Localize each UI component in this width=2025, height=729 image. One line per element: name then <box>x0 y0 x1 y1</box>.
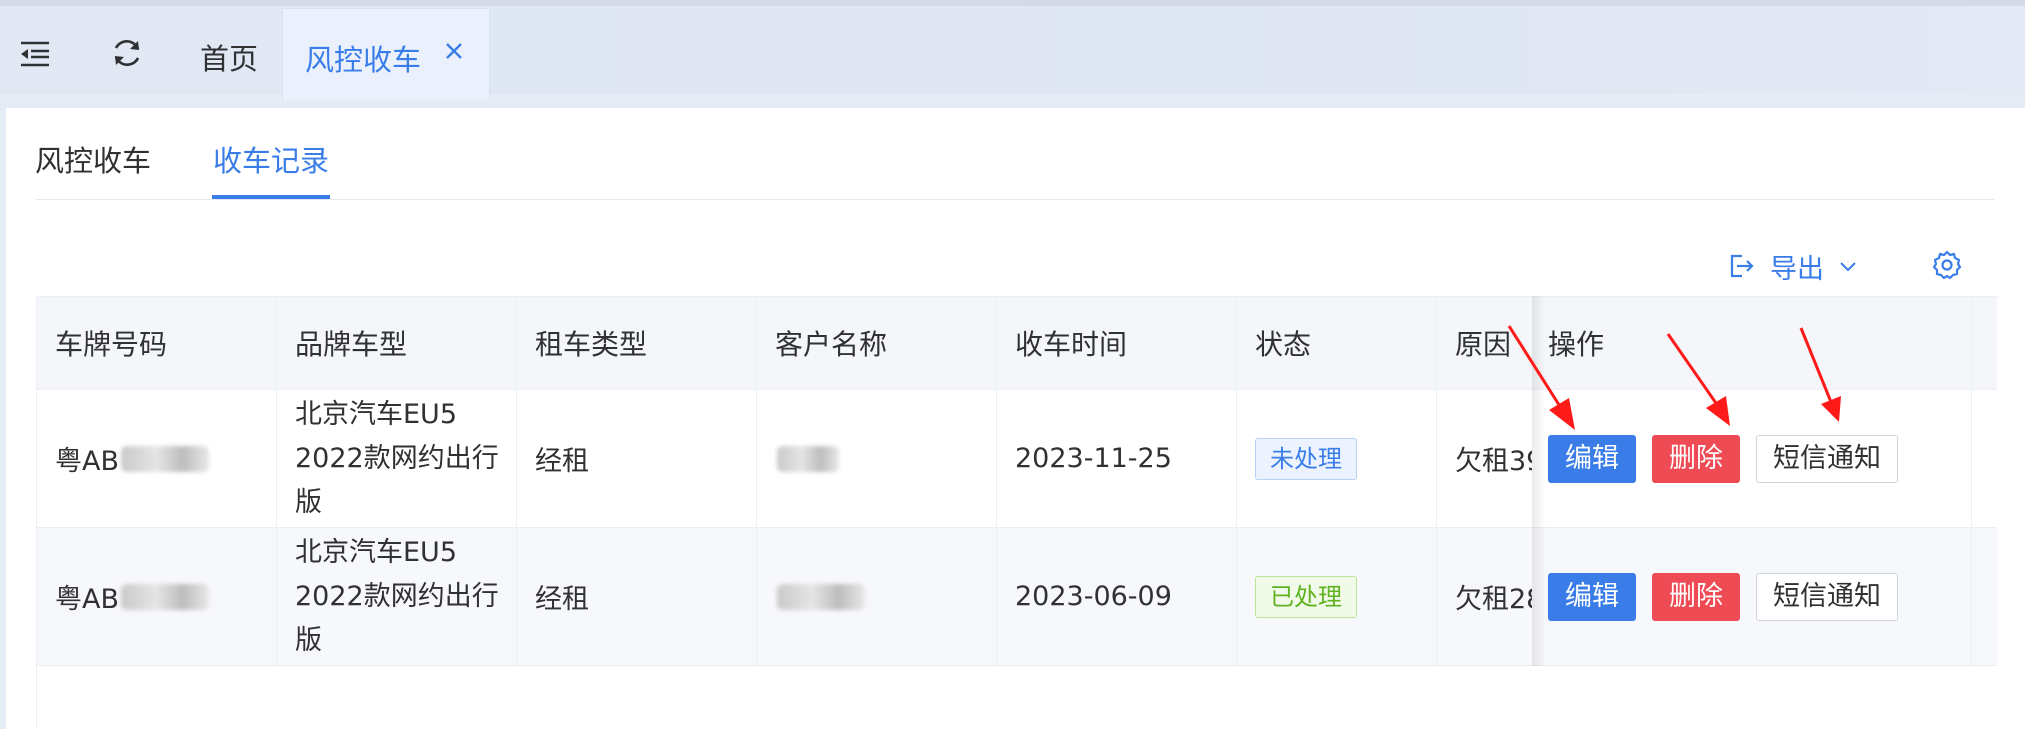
edit-button[interactable]: 编辑 <box>1548 572 1636 621</box>
delete-button[interactable]: 删除 <box>1652 572 1740 621</box>
actions-cell: 编辑 删除 短信通知 <box>1532 528 1972 665</box>
redacted-mask <box>121 583 209 610</box>
edit-button[interactable]: 编辑 <box>1548 434 1636 483</box>
status-badge: 未处理 <box>1255 437 1357 480</box>
customer-cell <box>757 390 997 527</box>
date-cell: 2023-11-25 <box>997 390 1237 527</box>
col-date: 收车时间 <box>997 297 1237 389</box>
sms-notify-button[interactable]: 短信通知 <box>1756 434 1898 483</box>
col-status: 状态 <box>1237 297 1437 389</box>
rent-type-cell: 经租 <box>517 390 757 527</box>
model-cell: 北京汽车EU5 2022款网约出行版 <box>277 390 517 527</box>
sms-notify-button[interactable]: 短信通知 <box>1756 572 1898 621</box>
customer-cell <box>757 528 997 665</box>
subtab-risk-recovery[interactable]: 风控收车 <box>35 138 151 180</box>
col-reason: 原因 <box>1455 328 1512 361</box>
plate-cell: 粤AB <box>37 528 277 665</box>
export-icon <box>1730 254 1754 278</box>
tab-home[interactable]: 首页 <box>200 36 258 78</box>
tab-risk-recovery-label: 风控收车 <box>305 43 422 77</box>
spacer-cell <box>1972 390 1997 527</box>
table-row: 粤AB 北京汽车EU5 2022款网约出行版 经租 2023-06-09 已处理… <box>37 528 1997 666</box>
close-icon[interactable] <box>438 35 470 67</box>
col-actions: 操作 <box>1532 297 1972 389</box>
menu-collapse-icon[interactable] <box>18 36 52 70</box>
spacer-cell <box>1972 528 1997 665</box>
col-plate: 车牌号码 <box>37 297 277 389</box>
settings-icon[interactable] <box>1932 250 1962 280</box>
col-rent-type: 租车类型 <box>517 297 757 389</box>
col-model: 品牌车型 <box>277 297 517 389</box>
export-button[interactable]: 导出 <box>1728 246 1858 286</box>
subtab-recovery-records[interactable]: 收车记录 <box>213 138 329 180</box>
actions-cell: 编辑 删除 短信通知 <box>1532 390 1972 527</box>
table-row: 粤AB 北京汽车EU5 2022款网约出行版 经租 2023-11-25 未处理… <box>37 390 1997 528</box>
top-bar: 首页 风控收车 <box>0 0 2025 100</box>
reason-cell: 欠租39 <box>1455 446 1532 477</box>
plate-text: 粤AB <box>55 446 119 477</box>
main-panel: 风控收车 收车记录 导出 车牌号码 品牌车型 租车类型 客户名称 收车时间 状态… <box>6 108 2025 729</box>
delete-button[interactable]: 删除 <box>1652 434 1740 483</box>
export-label: 导出 <box>1770 253 1824 285</box>
redacted-mask <box>121 445 209 472</box>
status-cell: 未处理 <box>1237 390 1437 527</box>
model-cell: 北京汽车EU5 2022款网约出行版 <box>277 528 517 665</box>
col-customer: 客户名称 <box>757 297 997 389</box>
refresh-icon[interactable] <box>110 36 144 70</box>
table-header: 车牌号码 品牌车型 租车类型 客户名称 收车时间 状态 原因 操作 <box>37 296 1997 390</box>
redacted-mask <box>777 583 865 610</box>
status-cell: 已处理 <box>1237 528 1437 665</box>
plate-text: 粤AB <box>55 584 119 615</box>
rent-type-cell: 经租 <box>517 528 757 665</box>
col-spacer <box>1972 297 1997 389</box>
tab-risk-recovery[interactable]: 风控收车 <box>282 8 490 100</box>
subtab-divider <box>36 199 1994 200</box>
redacted-mask <box>777 445 839 472</box>
status-badge: 已处理 <box>1255 575 1357 618</box>
records-table: 车牌号码 品牌车型 租车类型 客户名称 收车时间 状态 原因 操作 粤AB 北京… <box>36 296 1997 729</box>
date-cell: 2023-06-09 <box>997 528 1237 665</box>
plate-cell: 粤AB <box>37 390 277 527</box>
reason-cell: 欠租28 <box>1455 584 1532 615</box>
chevron-down-icon <box>1840 262 1856 272</box>
